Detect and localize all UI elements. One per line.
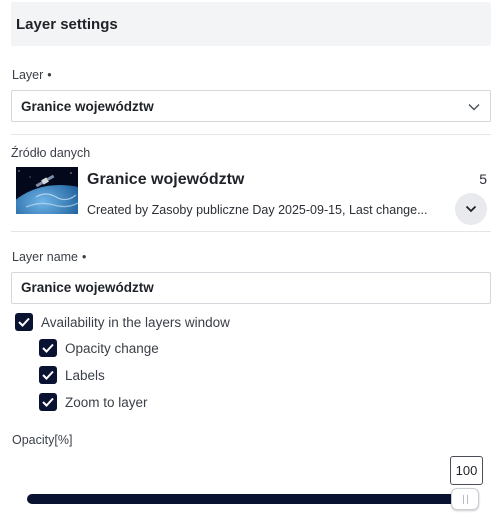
layer-select-value: Granice województw	[21, 99, 154, 114]
opacity-slider-fill	[27, 494, 477, 504]
data-source-description: Created by Zasoby publiczne Day 2025-09-…	[87, 203, 428, 217]
checkbox-opacity-change[interactable]: Opacity change	[39, 339, 159, 357]
checkmark-icon	[42, 397, 54, 407]
required-mark: •	[47, 68, 52, 82]
panel-title: Layer settings	[16, 16, 118, 33]
data-source-label: Źródło danych	[11, 146, 91, 160]
opacity-label: Opacity[%]	[12, 433, 73, 447]
panel-header: Layer settings	[11, 2, 491, 46]
opacity-slider-track[interactable]	[27, 494, 477, 504]
checkmark-icon	[42, 370, 54, 380]
layer-label: Layer •	[12, 68, 52, 82]
checkbox-label: Labels	[65, 367, 105, 383]
satellite-thumbnail	[16, 167, 78, 214]
checkbox-checked[interactable]	[39, 393, 57, 411]
checkbox-zoom-to-layer[interactable]: Zoom to layer	[39, 393, 148, 411]
layer-select[interactable]: Granice województw	[11, 90, 491, 122]
checkbox-label: Opacity change	[65, 340, 159, 356]
checkbox-checked[interactable]	[15, 313, 33, 331]
divider	[11, 134, 491, 135]
chevron-down-icon	[468, 104, 480, 111]
expand-button[interactable]	[455, 193, 487, 225]
checkbox-checked[interactable]	[39, 366, 57, 384]
data-source-title: Granice województw	[87, 171, 245, 188]
layer-name-field[interactable]	[11, 272, 491, 304]
opacity-value-tooltip: 100	[450, 456, 483, 485]
required-mark: •	[82, 250, 87, 264]
layer-label-text: Layer	[12, 68, 44, 82]
checkbox-availability[interactable]: Availability in the layers window	[15, 313, 230, 331]
data-source-card[interactable]: Granice województw 5 Created by Zasoby p…	[11, 162, 491, 232]
checkbox-checked[interactable]	[39, 339, 57, 357]
layer-name-label: Layer name •	[12, 250, 86, 264]
checkbox-labels[interactable]: Labels	[39, 366, 105, 384]
layer-name-input[interactable]	[21, 280, 481, 295]
checkbox-label: Availability in the layers window	[41, 314, 230, 330]
chevron-down-icon	[465, 205, 477, 213]
data-source-count: 5	[479, 171, 487, 187]
checkmark-icon	[42, 343, 54, 353]
checkbox-label: Zoom to layer	[65, 394, 148, 410]
opacity-slider-handle[interactable]	[451, 488, 479, 510]
checkmark-icon	[18, 317, 30, 327]
layer-name-label-text: Layer name	[12, 250, 79, 264]
